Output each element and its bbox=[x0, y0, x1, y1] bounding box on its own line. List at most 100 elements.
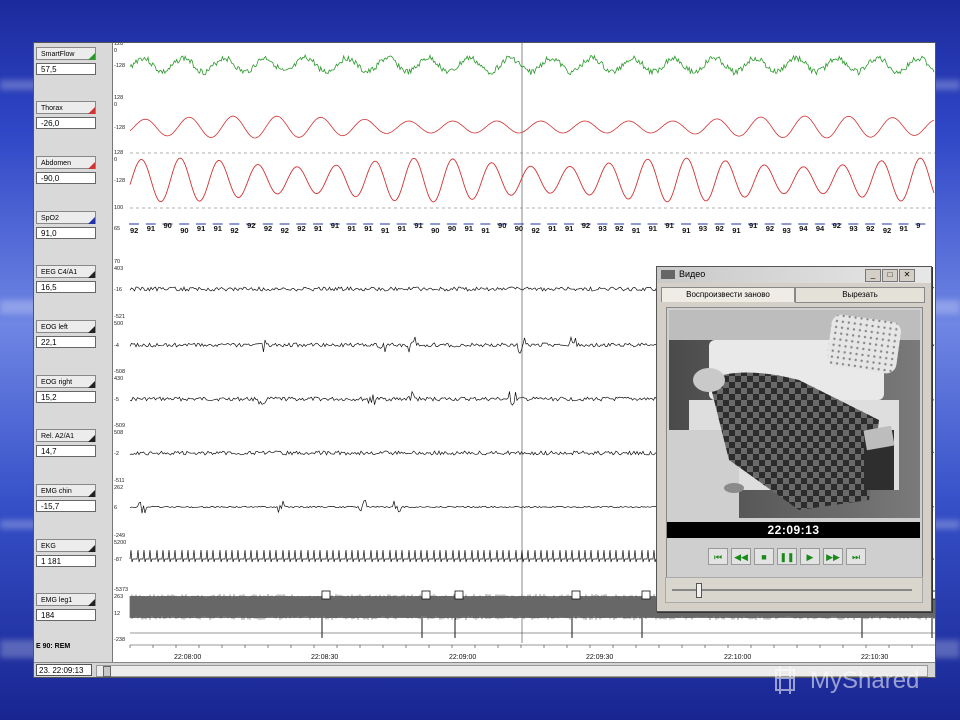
spo2-value: 92 bbox=[264, 224, 272, 233]
time-field[interactable]: 23. 22:09:13 bbox=[36, 664, 92, 676]
channel-label: EKG bbox=[36, 539, 96, 552]
channel-value[interactable]: -90,0 bbox=[36, 172, 96, 184]
scale-zero: -87 bbox=[114, 557, 122, 563]
spo2-value: 90 bbox=[448, 224, 456, 233]
skip-end-button[interactable]: ⏭ bbox=[846, 548, 866, 565]
rewind-button[interactable]: ◀◀ bbox=[731, 548, 751, 565]
channel-color-marker bbox=[88, 545, 95, 552]
channel-8[interactable]: EMG chin -15,7 bbox=[36, 484, 108, 524]
channel-value[interactable]: 16,5 bbox=[36, 281, 96, 293]
channel-value[interactable]: 57,5 bbox=[36, 63, 96, 75]
spo2-value: 91 bbox=[364, 224, 372, 233]
channel-value[interactable]: 14,7 bbox=[36, 445, 96, 457]
video-title-bar[interactable]: Видео _ □ ✕ bbox=[657, 267, 931, 283]
channel-color-marker bbox=[88, 107, 95, 114]
channel-5[interactable]: EOG left 22,1 bbox=[36, 320, 108, 360]
channel-value[interactable]: -15,7 bbox=[36, 500, 96, 512]
spo2-value: 91 bbox=[900, 224, 908, 233]
spo2-value: 91 bbox=[548, 224, 556, 233]
scale-top: 128 bbox=[114, 95, 123, 101]
tab-replay[interactable]: Воспроизвести заново bbox=[661, 287, 795, 302]
pause-button[interactable]: ❚❚ bbox=[777, 548, 797, 565]
scale-top: -5373 bbox=[114, 587, 128, 593]
channel-4[interactable]: EEG C4/A1 16,5 bbox=[36, 265, 108, 305]
watermark: MyShared bbox=[770, 660, 950, 700]
scale-zero: 12 bbox=[114, 611, 120, 617]
channel-color-marker bbox=[88, 271, 95, 278]
channel-value[interactable]: 1 181 bbox=[36, 555, 96, 567]
scale-top: -521 bbox=[114, 314, 125, 320]
scale-mid: 5200 bbox=[114, 540, 126, 546]
play-button[interactable]: ▶ bbox=[800, 548, 820, 565]
channel-9[interactable]: EKG 1 181 bbox=[36, 539, 108, 579]
spo2-value: 92 bbox=[582, 221, 590, 230]
close-button[interactable]: ✕ bbox=[899, 269, 915, 282]
slider-track bbox=[672, 589, 912, 591]
spo2-value: 92 bbox=[247, 221, 255, 230]
spo2-value: 92 bbox=[297, 224, 305, 233]
scale-mid: 430 bbox=[114, 376, 123, 382]
channel-label: SmartFlow bbox=[36, 47, 96, 60]
scale-top: 100 bbox=[114, 205, 123, 211]
spo2-value: 90 bbox=[163, 221, 171, 230]
abdomen-trace bbox=[129, 157, 935, 203]
scale-mid: 0 bbox=[114, 157, 117, 163]
spo2-value: 91 bbox=[749, 221, 757, 230]
spo2-value: 92 bbox=[766, 224, 774, 233]
epoch-label: E 90: REM bbox=[36, 643, 71, 650]
spo2-value: 92 bbox=[716, 224, 724, 233]
channel-label: EOG right bbox=[36, 375, 96, 388]
channel-value[interactable]: 15,2 bbox=[36, 391, 96, 403]
spo2-value: 91 bbox=[197, 224, 205, 233]
scale-zero: 6 bbox=[114, 505, 117, 511]
spo2-value: 92 bbox=[130, 226, 138, 235]
channel-7[interactable]: Rel. A2/A1 14,7 bbox=[36, 429, 108, 469]
channel-value[interactable]: 184 bbox=[36, 609, 96, 621]
channel-color-marker bbox=[88, 599, 95, 606]
channel-color-marker bbox=[88, 53, 95, 60]
scale-top: 128 bbox=[114, 150, 123, 156]
channel-0[interactable]: SmartFlow 57,5 bbox=[36, 47, 108, 87]
spo2-value: 91 bbox=[649, 224, 657, 233]
scroll-thumb[interactable] bbox=[103, 666, 111, 677]
camera-icon bbox=[661, 270, 675, 279]
fast-forward-button[interactable]: ▶▶ bbox=[823, 548, 843, 565]
scale-top: -509 bbox=[114, 423, 125, 429]
spo2-value: 92 bbox=[866, 224, 874, 233]
spo2-value: 91 bbox=[632, 226, 640, 235]
spo2-value: 92 bbox=[833, 221, 841, 230]
thorax-trace bbox=[129, 115, 935, 139]
spo2-value: 91 bbox=[398, 224, 406, 233]
channel-2[interactable]: Abdomen -90,0 bbox=[36, 156, 108, 196]
scale-zero: -16 bbox=[114, 287, 122, 293]
spo2-value: 93 bbox=[699, 224, 707, 233]
stop-button[interactable]: ■ bbox=[754, 548, 774, 565]
spo2-value: 90 bbox=[515, 224, 523, 233]
slider-thumb[interactable] bbox=[696, 583, 702, 598]
video-window[interactable]: Видео _ □ ✕ Воспроизвести заново Вырезат… bbox=[656, 266, 932, 612]
scale-bottom: -238 bbox=[114, 637, 125, 643]
watermark-text: MyShared bbox=[810, 667, 919, 694]
channel-color-marker bbox=[88, 217, 95, 224]
channel-value[interactable]: -26,0 bbox=[36, 117, 96, 129]
channel-3[interactable]: SpO2 91,0 bbox=[36, 211, 108, 251]
channel-color-marker bbox=[88, 435, 95, 442]
scale-zero: -128 bbox=[114, 125, 125, 131]
skip-start-button[interactable]: ⏮ bbox=[708, 548, 728, 565]
maximize-button[interactable]: □ bbox=[882, 269, 898, 282]
channel-6[interactable]: EOG right 15,2 bbox=[36, 375, 108, 415]
channel-1[interactable]: Thorax -26,0 bbox=[36, 101, 108, 141]
channel-value[interactable]: 91,0 bbox=[36, 227, 96, 239]
spo2-value: 92 bbox=[281, 226, 289, 235]
time-tick: 22:08:00 bbox=[174, 654, 201, 661]
spo2-value: 91 bbox=[331, 221, 339, 230]
channel-label: EMG chin bbox=[36, 484, 96, 497]
channel-value[interactable]: 22,1 bbox=[36, 336, 96, 348]
scale-top: -249 bbox=[114, 533, 125, 539]
channel-10[interactable]: EMG leg1 184 bbox=[36, 593, 108, 633]
minimize-button[interactable]: _ bbox=[865, 269, 881, 282]
video-frame: 22:09:13 ⏮ ◀◀ ■ ❚❚ ▶ ▶▶ ⏭ bbox=[666, 307, 923, 581]
channel-panel: SmartFlow 57,5 Thorax -26,0 Abdomen -90,0 SpO2… bbox=[34, 43, 113, 663]
tab-cut[interactable]: Вырезать bbox=[795, 287, 925, 303]
playback-slider[interactable] bbox=[665, 577, 923, 603]
